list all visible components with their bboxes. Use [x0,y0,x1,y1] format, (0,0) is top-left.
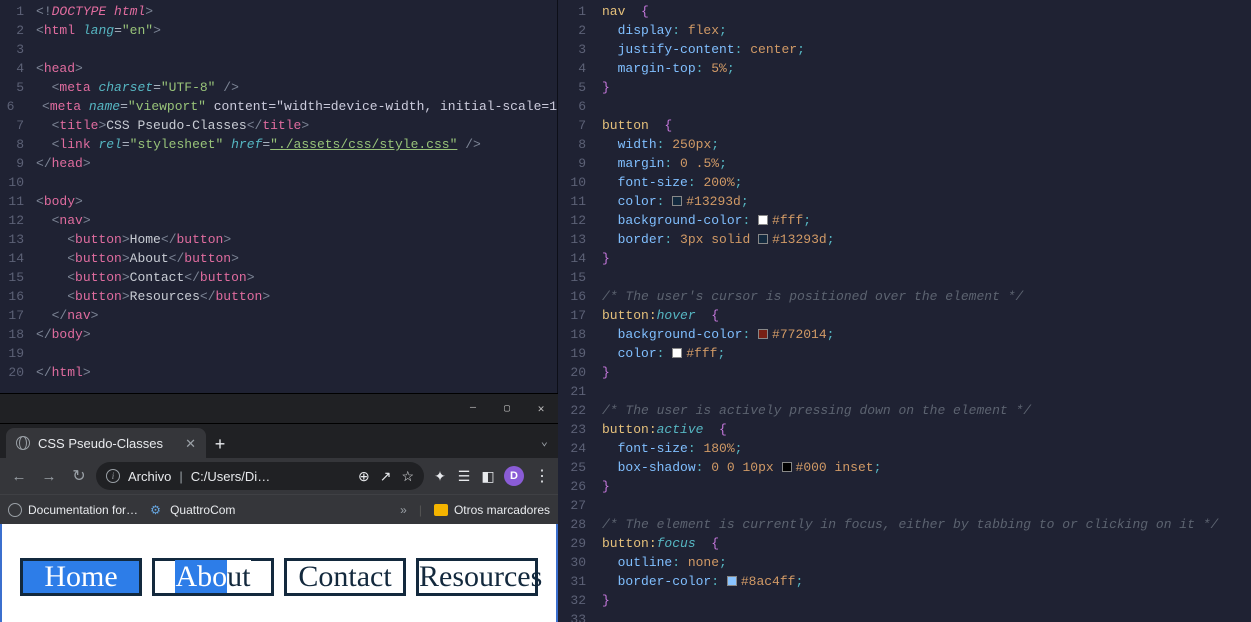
code-line[interactable]: 13 border: 3px solid #13293d; [558,230,1251,249]
html-editor-pane[interactable]: 1<!DOCTYPE html>2<html lang="en">34<head… [0,0,558,393]
code-line[interactable]: 10 font-size: 200%; [558,173,1251,192]
nav-button-contact[interactable]: Contact [284,558,406,596]
css-editor-pane[interactable]: 1nav {2 display: flex;3 justify-content:… [558,0,1251,622]
code-line[interactable]: 8 <link rel="stylesheet" href="./assets/… [0,135,557,154]
code-line[interactable]: 14} [558,249,1251,268]
nav-button-about[interactable]: About [152,558,274,596]
code-line[interactable]: 1<!DOCTYPE html> [0,2,557,21]
bookmarks-bar: Documentation for… QuattroCom » | Otros … [0,494,558,524]
window-maximize-button[interactable] [490,394,524,423]
reading-list-icon[interactable]: ☰ [456,468,472,484]
forward-button[interactable] [36,463,62,489]
code-line[interactable]: 8 width: 250px; [558,135,1251,154]
folder-icon [434,504,448,516]
address-bar-path: C:/Users/Di… [191,469,270,484]
bookmark-label: Documentation for… [28,503,138,517]
code-line[interactable]: 27 [558,496,1251,515]
code-line[interactable]: 25 box-shadow: 0 0 10px #000 inset; [558,458,1251,477]
globe-icon [8,503,22,517]
code-line[interactable]: 32} [558,591,1251,610]
nav-button-resources[interactable]: Resources [416,558,538,596]
code-line[interactable]: 16 <button>Resources</button> [0,287,557,306]
code-line[interactable]: 2 display: flex; [558,21,1251,40]
code-line[interactable]: 19 color: #fff; [558,344,1251,363]
side-panel-icon[interactable]: ◧ [480,468,496,484]
code-line[interactable]: 4<head> [0,59,557,78]
share-icon[interactable]: ↗ [380,468,392,485]
site-info-icon[interactable]: i [106,469,120,483]
code-line[interactable]: 6 [558,97,1251,116]
code-line[interactable]: 10 [0,173,557,192]
code-line[interactable]: 5} [558,78,1251,97]
rendered-page: Home About Contact Resources [0,524,558,622]
code-line[interactable]: 3 justify-content: center; [558,40,1251,59]
code-line[interactable]: 26} [558,477,1251,496]
code-line[interactable]: 19 [0,344,557,363]
bookmarks-folder[interactable]: Otros marcadores [434,503,550,517]
browser-menu-button[interactable]: ⋮ [532,466,552,486]
browser-tab[interactable]: CSS Pseudo-Classes ✕ [6,428,206,458]
code-line[interactable]: 17button:hover { [558,306,1251,325]
code-line[interactable]: 31 border-color: #8ac4ff; [558,572,1251,591]
back-button[interactable] [6,463,32,489]
code-line[interactable]: 7 <title>CSS Pseudo-Classes</title> [0,116,557,135]
code-line[interactable]: 11<body> [0,192,557,211]
code-line[interactable]: 2<html lang="en"> [0,21,557,40]
code-line[interactable]: 18 background-color: #772014; [558,325,1251,344]
code-line[interactable]: 22/* The user is actively pressing down … [558,401,1251,420]
code-line[interactable]: 15 <button>Contact</button> [0,268,557,287]
address-bar-label: Archivo [128,469,171,484]
extensions-icon[interactable]: ✦ [432,468,448,484]
code-line[interactable]: 21 [558,382,1251,401]
address-bar[interactable]: i Archivo | C:/Users/Di… ⊕ ↗ ☆ [96,462,424,490]
code-line[interactable]: 18</body> [0,325,557,344]
code-line[interactable]: 16/* The user's cursor is positioned ove… [558,287,1251,306]
code-line[interactable]: 5 <meta charset="UTF-8" /> [0,78,557,97]
code-line[interactable]: 6 <meta name="viewport" content="width=d… [0,97,557,116]
browser-window: CSS Pseudo-Classes ✕ + ⌄ i Archivo | C:/… [0,393,558,622]
code-line[interactable]: 1nav { [558,2,1251,21]
code-line[interactable]: 20} [558,363,1251,382]
window-minimize-button[interactable] [456,394,490,423]
code-line[interactable]: 33 [558,610,1251,622]
profile-avatar[interactable]: D [504,466,524,486]
bookmark-label: QuattroCom [170,503,235,517]
window-close-button[interactable] [524,394,558,423]
code-line[interactable]: 11 color: #13293d; [558,192,1251,211]
bookmarks-folder-label: Otros marcadores [454,503,550,517]
browser-tab-title: CSS Pseudo-Classes [38,437,163,450]
bookmark-item[interactable]: QuattroCom [150,503,235,517]
reload-button[interactable] [66,463,92,489]
code-line[interactable]: 3 [0,40,557,59]
nav-button-home[interactable]: Home [20,558,142,596]
browser-toolbar: i Archivo | C:/Users/Di… ⊕ ↗ ☆ ✦ ☰ ◧ D ⋮ [0,458,558,494]
code-line[interactable]: 14 <button>About</button> [0,249,557,268]
new-tab-button[interactable]: + [206,430,234,458]
code-line[interactable]: 12 background-color: #fff; [558,211,1251,230]
code-line[interactable]: 7button { [558,116,1251,135]
code-line[interactable]: 4 margin-top: 5%; [558,59,1251,78]
code-line[interactable]: 9</head> [0,154,557,173]
code-line[interactable]: 29button:focus { [558,534,1251,553]
gear-icon [150,503,164,517]
code-line[interactable]: 15 [558,268,1251,287]
globe-icon [16,436,30,450]
code-line[interactable]: 20</html> [0,363,557,382]
browser-tabbar: CSS Pseudo-Classes ✕ + ⌄ [0,424,558,458]
code-line[interactable]: 24 font-size: 180%; [558,439,1251,458]
code-line[interactable]: 23button:active { [558,420,1251,439]
bookmark-item[interactable]: Documentation for… [8,503,138,517]
code-line[interactable]: 17 </nav> [0,306,557,325]
window-titlebar [0,394,558,424]
close-icon[interactable]: ✕ [185,437,196,450]
code-line[interactable]: 12 <nav> [0,211,557,230]
tabs-dropdown-button[interactable]: ⌄ [541,434,548,449]
translate-icon[interactable]: ⊕ [358,468,370,485]
code-line[interactable]: 13 <button>Home</button> [0,230,557,249]
star-icon[interactable]: ☆ [401,468,414,485]
code-line[interactable]: 30 outline: none; [558,553,1251,572]
code-line[interactable]: 9 margin: 0 .5%; [558,154,1251,173]
code-line[interactable]: 28/* The element is currently in focus, … [558,515,1251,534]
